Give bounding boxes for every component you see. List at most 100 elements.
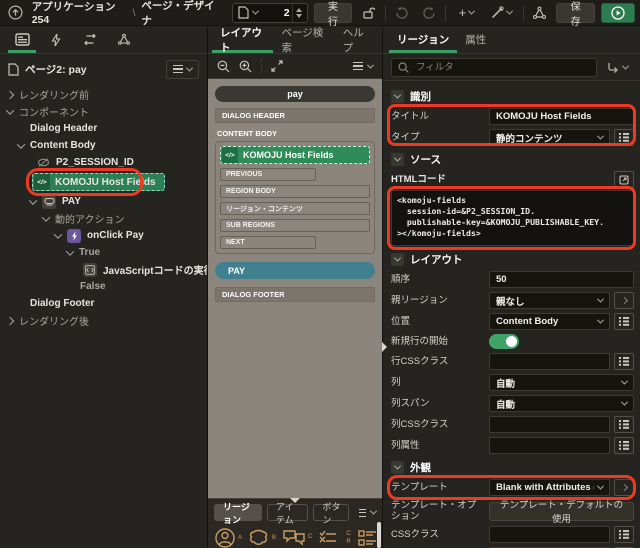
canvas-pay-button[interactable]: PAY (215, 262, 375, 279)
layout-slot-region-content[interactable]: リージョン・コンテンツ (220, 202, 370, 215)
gallery-splitter-handle[interactable] (290, 498, 300, 503)
zoom-out-icon[interactable] (217, 60, 230, 73)
column-select[interactable]: 自動 (489, 374, 634, 391)
css-classes-input[interactable] (489, 526, 610, 543)
parent-region-select[interactable]: 親なし (489, 292, 610, 309)
tree-item-execute-js[interactable]: JavaScriptコードの実行 (0, 261, 207, 278)
layout-slot-sub-regions[interactable]: SUB REGIONS (220, 219, 370, 232)
col-attributes-input[interactable] (489, 437, 610, 454)
title-input[interactable] (489, 108, 634, 125)
parent-region-go-button[interactable] (614, 292, 634, 309)
canvas-dialog-footer[interactable]: DIALOG FOOTER (215, 287, 375, 302)
breadcrumb-app-name[interactable]: アプリケーション254 (32, 0, 127, 26)
col-attributes-list-button[interactable] (614, 437, 634, 454)
zoom-in-icon[interactable] (239, 60, 252, 73)
upgrade-arrow-icon[interactable] (5, 3, 26, 23)
create-menu-button[interactable]: + (452, 3, 480, 23)
tab-page-shared-components[interactable] (110, 26, 138, 53)
run-page-button[interactable]: 実行 (313, 2, 353, 28)
gallery-tab-regions[interactable]: リージョン (214, 502, 262, 525)
tree-item-dialog-header[interactable]: Dialog Header (0, 120, 207, 137)
row-css-input[interactable] (489, 353, 610, 370)
chevron-right-icon[interactable] (5, 90, 15, 99)
chevron-down-icon[interactable] (65, 246, 75, 256)
section-source[interactable]: ソース (391, 152, 634, 167)
sequence-input[interactable] (489, 271, 634, 288)
tree-item-p2-session-id[interactable]: P2_SESSION_ID (0, 154, 207, 171)
tree-item-false-branch[interactable]: False (0, 278, 207, 295)
section-identification[interactable]: 識別 (391, 89, 634, 104)
layout-slot-region-body[interactable]: REGION BODY (220, 185, 370, 198)
template-select[interactable]: Blank with Attributes (No Grid) (489, 479, 610, 496)
layout-slot-previous[interactable]: PREVIOUS (220, 168, 316, 181)
chevron-down-icon[interactable] (366, 61, 375, 69)
tab-processing[interactable] (76, 26, 104, 53)
filter-searchbox[interactable] (391, 57, 597, 77)
tab-help[interactable]: ヘルプ (335, 26, 378, 54)
tree-item-pre-rendering[interactable]: レンダリング前 (0, 86, 207, 103)
tree-item-content-body[interactable]: Content Body (0, 137, 207, 154)
expand-icon[interactable] (271, 60, 283, 72)
panel-splitter-handle[interactable] (382, 342, 387, 352)
tree-item-pay-button[interactable]: PAY (0, 193, 207, 210)
page-finder-icon[interactable] (235, 3, 253, 23)
chevron-down-icon[interactable] (369, 507, 378, 515)
css-classes-list-button[interactable] (614, 526, 634, 543)
tab-page-search[interactable]: ページ検索 (273, 26, 334, 54)
start-new-row-toggle[interactable] (489, 334, 519, 349)
template-go-button[interactable] (614, 479, 634, 496)
gallery-item[interactable]: A (214, 527, 242, 548)
chevron-down-icon[interactable] (41, 212, 51, 222)
collapse-icon[interactable] (391, 90, 404, 103)
redo-icon[interactable] (419, 3, 440, 23)
tab-dynamic-actions[interactable] (42, 26, 70, 53)
save-and-run-button[interactable] (601, 2, 635, 23)
collapse-icon[interactable] (391, 153, 404, 166)
col-span-select[interactable]: 自動 (489, 395, 634, 412)
tree-item-komoju-host-fields[interactable]: </> KOMOJU Host Fields (0, 168, 207, 196)
position-select[interactable]: Content Body (489, 313, 610, 330)
chevron-down-icon[interactable] (16, 139, 26, 149)
collapse-icon[interactable] (391, 461, 404, 474)
tree-menu-button[interactable] (166, 59, 199, 79)
code-editor-popup-button[interactable] (614, 171, 634, 188)
gallery-item[interactable]: B (248, 527, 276, 548)
gallery-item[interactable]: CR (318, 527, 351, 548)
selected-tree-node[interactable]: </> KOMOJU Host Fields (32, 173, 165, 191)
gallery-tab-items[interactable]: アイテム (266, 502, 309, 525)
chevron-down-icon[interactable] (5, 105, 15, 115)
chevron-down-icon[interactable] (28, 195, 38, 205)
save-button[interactable]: 保存 (556, 2, 596, 28)
gallery-menu-icon[interactable] (359, 508, 366, 517)
template-defaults-button[interactable]: テンプレート・デフォルトの使用 (489, 500, 634, 525)
col-css-input[interactable] (489, 416, 610, 433)
tab-region[interactable]: リージョン (389, 26, 458, 53)
canvas-selected-region[interactable]: </> KOMOJU Host Fields (220, 146, 370, 164)
page-number-input[interactable] (257, 5, 292, 20)
tree-item-true-branch[interactable]: True (0, 244, 207, 261)
chevron-right-icon[interactable] (5, 316, 15, 325)
tree-item-components[interactable]: コンポーネント (0, 103, 207, 120)
type-list-button[interactable] (614, 129, 634, 146)
tab-layout[interactable]: レイアウト (212, 26, 274, 54)
gallery-tab-buttons[interactable]: ボタン (313, 502, 350, 525)
type-select[interactable]: 静的コンテンツ (489, 129, 610, 146)
tree-item-onclick-pay[interactable]: onClick Pay (0, 227, 207, 244)
lock-icon[interactable] (358, 3, 379, 23)
chevron-down-icon[interactable] (53, 229, 63, 239)
canvas-dialog-header[interactable]: DIALOG HEADER (215, 108, 375, 123)
section-layout[interactable]: レイアウト (391, 252, 634, 267)
html-code-textarea[interactable]: <komoju-fields session-id=&P2_SESSION_ID… (391, 190, 634, 246)
gallery-item[interactable]: C (282, 527, 312, 547)
utilities-menu-button[interactable] (487, 3, 517, 23)
scrollbar[interactable] (377, 522, 381, 548)
filter-input[interactable] (414, 60, 590, 74)
collapse-icon[interactable] (391, 253, 404, 266)
tree-item-dynamic-actions[interactable]: 動的アクション (0, 210, 207, 227)
layout-slot-next[interactable]: NEXT (220, 236, 316, 249)
canvas-page-pill[interactable]: pay (215, 86, 375, 102)
col-css-list-button[interactable] (614, 416, 634, 433)
tab-rendering-tree[interactable] (8, 26, 36, 53)
go-to-group-button[interactable] (603, 62, 632, 73)
tree-item-dialog-footer[interactable]: Dialog Footer (0, 295, 207, 312)
